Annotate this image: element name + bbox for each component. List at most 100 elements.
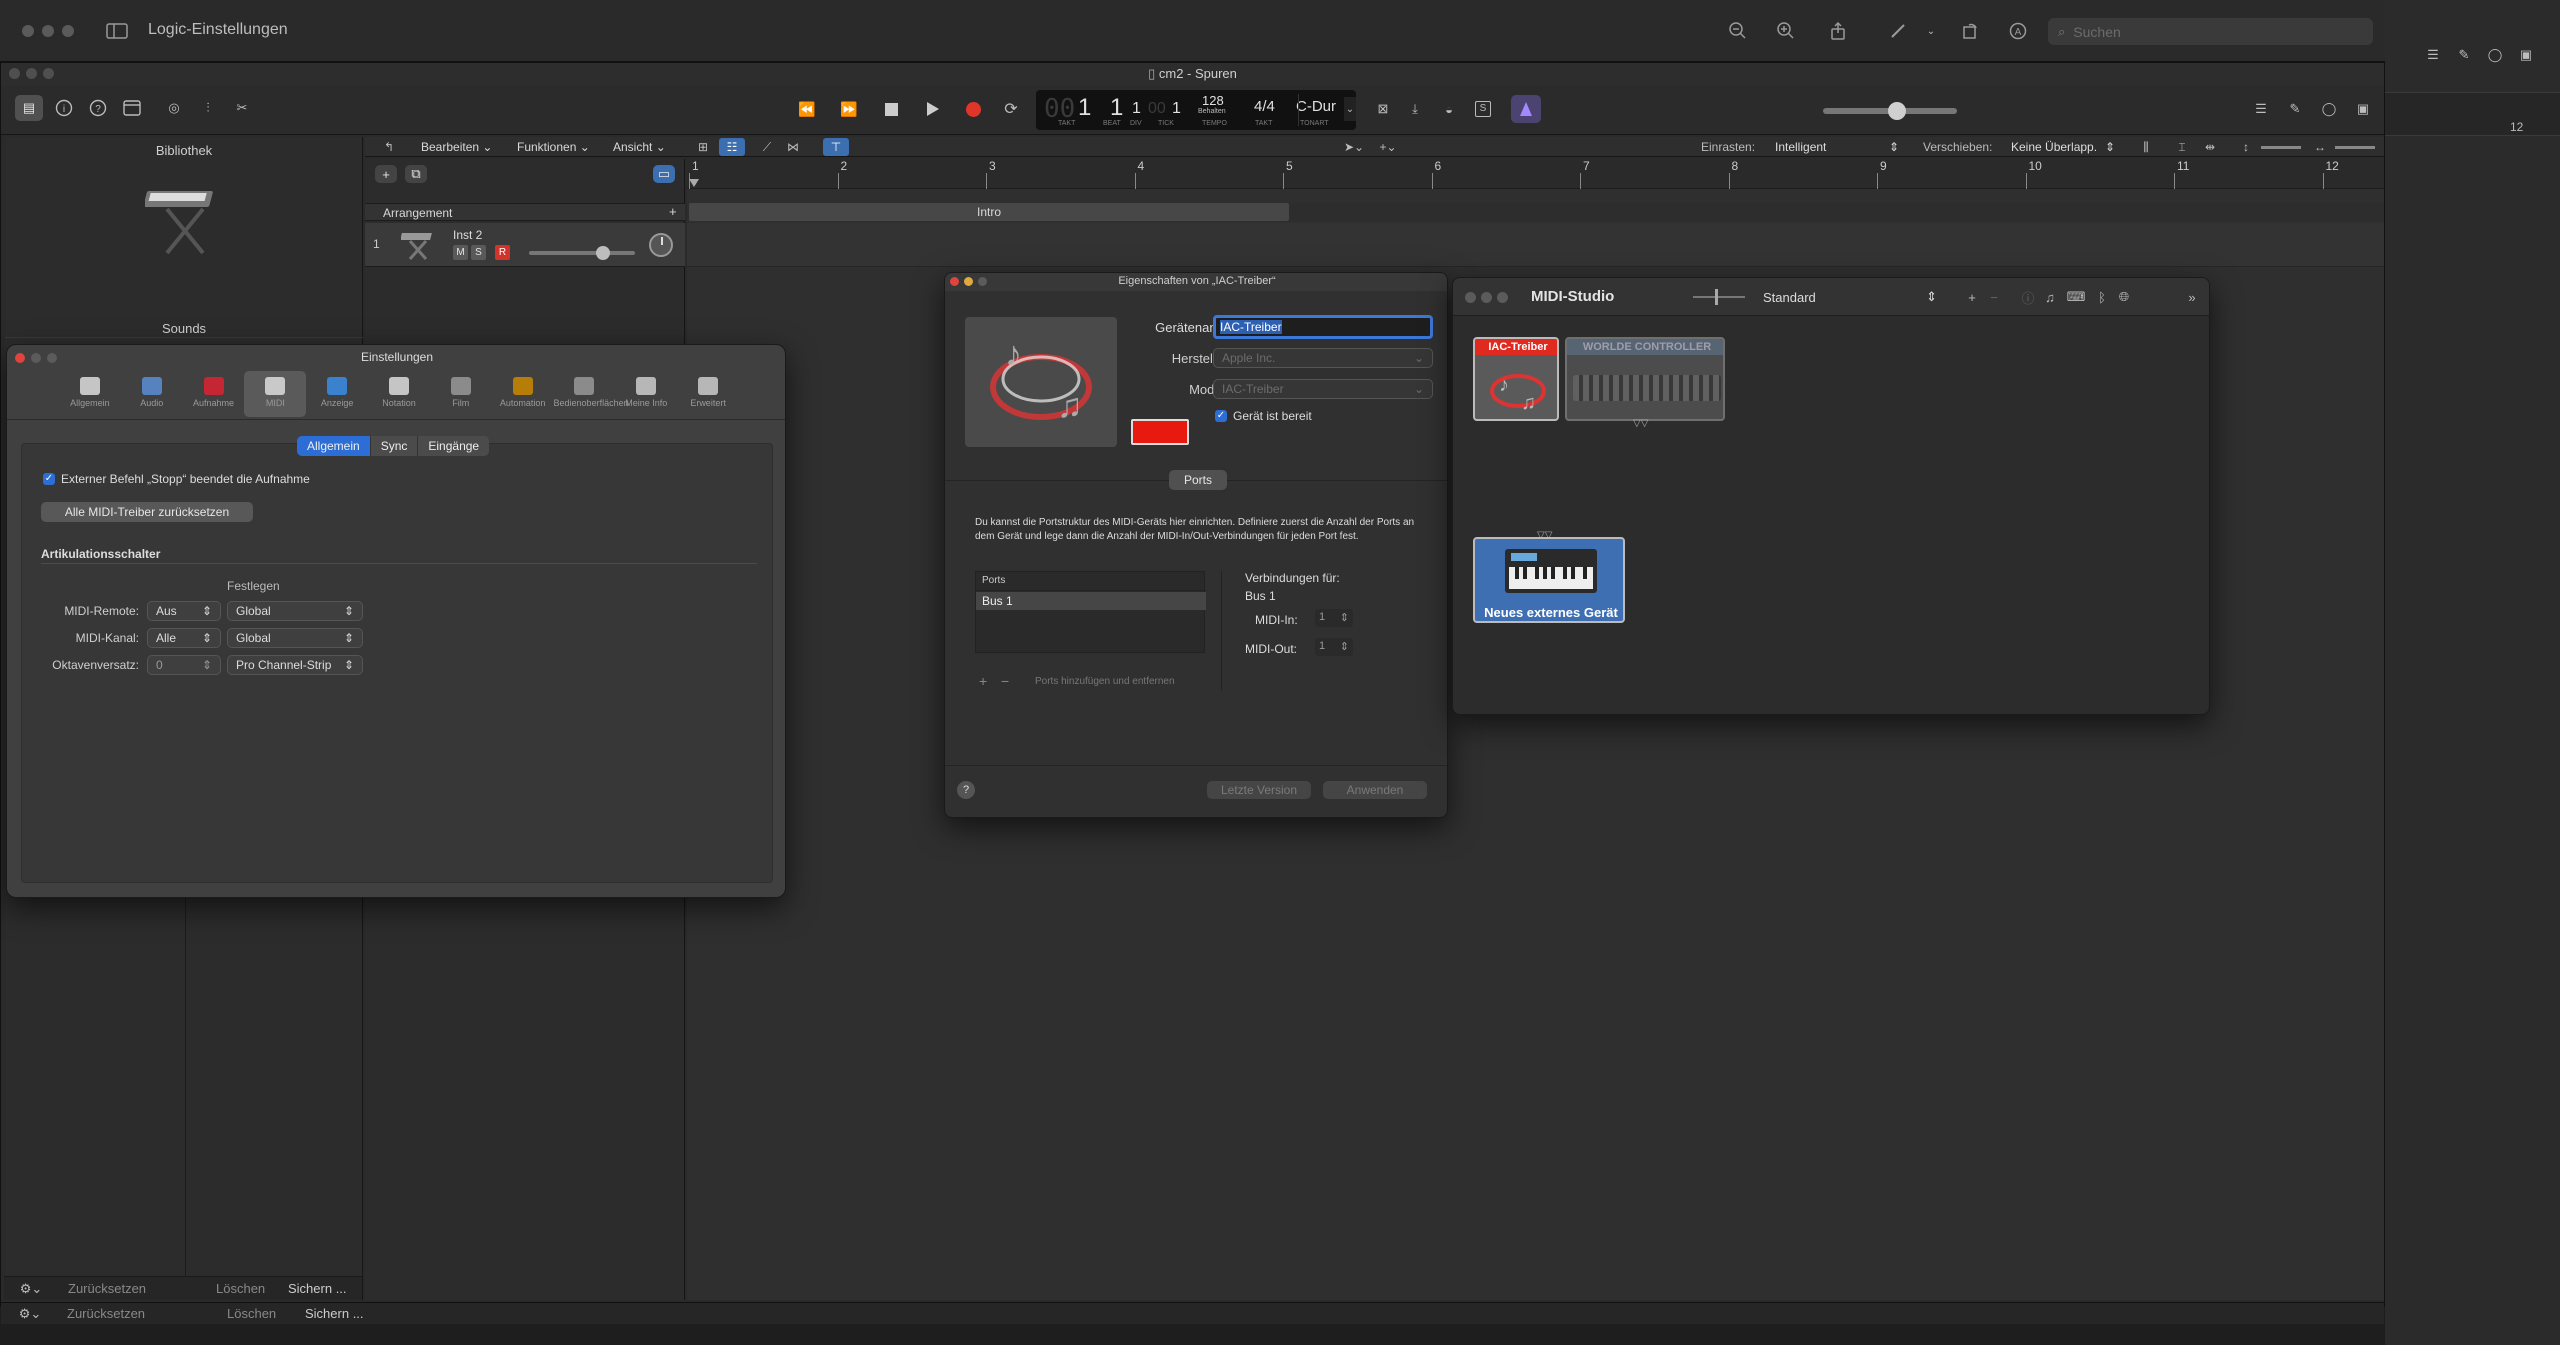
metronome-button[interactable] (1511, 95, 1541, 123)
mute-button[interactable]: M (453, 245, 468, 260)
flex-icon[interactable]: ⋈ (783, 137, 803, 157)
segment-general[interactable]: Allgemein (297, 436, 370, 456)
chevron-down-icon[interactable]: ⌄ (1924, 20, 1938, 42)
arrangement-add-icon[interactable]: + (669, 204, 677, 219)
waveform-zoom-icon[interactable]: ⫼ (2135, 137, 2157, 157)
settings-tab-film[interactable]: Film (430, 371, 492, 417)
notepad-icon[interactable]: ✎ (2453, 44, 2475, 66)
library-reset-button[interactable]: Zurücksetzen (68, 1281, 146, 1296)
settings-tab-automation[interactable]: Automation (492, 371, 554, 417)
device-ready-row[interactable]: ✓ Gerät ist bereit (1215, 409, 1312, 423)
save-button[interactable]: Sichern ... (305, 1306, 364, 1321)
settings-tab-advanced[interactable]: Erweitert (677, 371, 739, 417)
global-tracks-button[interactable]: ▭ (653, 165, 675, 183)
octave-offset-scope-select[interactable]: Pro Channel-Strip ⇕ (227, 655, 363, 675)
solo-button[interactable]: S (471, 245, 486, 260)
grid-icon[interactable]: ⊞ (693, 137, 713, 157)
settings-tab-record[interactable]: Aufnahme (183, 371, 245, 417)
minimize-button[interactable] (1481, 292, 1492, 303)
settings-tab-display[interactable]: Anzeige (306, 371, 368, 417)
add-device-icon[interactable]: + (1963, 287, 1981, 307)
search-field[interactable]: ⌕ Suchen (2048, 18, 2373, 45)
device-color-swatch[interactable] (1131, 419, 1189, 445)
apply-button[interactable]: Anwenden (1323, 781, 1427, 799)
segment-sync[interactable]: Sync (369, 436, 418, 456)
rewind-icon[interactable]: ⏪ (793, 97, 821, 121)
help-button[interactable]: ? (957, 781, 975, 799)
solo-icon[interactable]: S (1471, 97, 1495, 121)
stop-checkbox[interactable]: ✓ (43, 473, 55, 485)
manufacturer-select[interactable]: Apple Inc. ⌄ (1213, 348, 1433, 368)
settings-tab-my-info[interactable]: Meine Info (615, 371, 677, 417)
horizontal-zoom-slider[interactable] (2335, 146, 2375, 149)
stop-icon[interactable] (877, 97, 905, 121)
vertical-size-icon[interactable]: ↕ (2235, 137, 2257, 157)
duplicate-track-button[interactable]: ⧉ (405, 165, 427, 183)
test-setup-icon[interactable]: ♫ (2041, 287, 2059, 307)
loop-browser-icon[interactable]: ◯ (2317, 97, 2341, 121)
replace-icon[interactable]: ⊠ (1371, 97, 1395, 121)
settings-tab-general[interactable]: Allgemein (59, 371, 121, 417)
remove-device-icon[interactable]: − (1985, 287, 2003, 307)
device-ready-checkbox[interactable]: ✓ (1215, 410, 1227, 422)
device-new-external[interactable]: Neues externes Gerät (1473, 537, 1625, 623)
smart-controls-icon[interactable]: ◎ (163, 97, 185, 119)
list-editors-icon[interactable]: ☰ (2249, 97, 2273, 121)
gear-icon[interactable]: ⚙⌄ (15, 1304, 45, 1324)
record-icon[interactable] (959, 97, 987, 121)
lcd-chevron-icon[interactable]: ⌄ (1344, 97, 1356, 121)
remove-port-icon[interactable]: − (1001, 673, 1009, 689)
toolbar-icon[interactable] (121, 97, 143, 119)
more-chevron-icon[interactable]: » (2183, 287, 2201, 307)
rotate-icon[interactable] (1958, 18, 1982, 44)
arrangement-marker-intro[interactable]: Intro (689, 203, 1289, 221)
settings-tab-control-surfaces[interactable]: Bedienoberflächen (554, 371, 629, 417)
snap-select[interactable]: Intelligent ⇕ (1767, 138, 1907, 156)
menu-edit[interactable]: Bearbeiten ⌄ (421, 140, 492, 154)
pointer-tool-icon[interactable]: ➤⌄ (1339, 137, 1369, 157)
zoom-out-icon[interactable] (1726, 18, 1750, 44)
pencil-tool-icon[interactable]: +⌄ (1373, 137, 1403, 157)
settings-tab-audio[interactable]: Audio (121, 371, 183, 417)
master-volume-slider[interactable] (1823, 102, 1957, 120)
share-icon[interactable] (1826, 18, 1850, 44)
zoom-button[interactable] (1497, 292, 1508, 303)
minimize-button[interactable] (42, 25, 54, 37)
network-icon[interactable]: 🌐︎ (2115, 287, 2133, 307)
master-volume-knob[interactable] (1887, 102, 1906, 120)
midi-channel-select[interactable]: Alle ⇕ (147, 628, 221, 648)
count-in-icon[interactable]: ◒ (1437, 97, 1461, 121)
device-name-input[interactable]: IAC-Treiber (1213, 315, 1433, 339)
library-save-button[interactable]: Sichern ... (288, 1281, 347, 1296)
inspector-icon[interactable]: i (53, 97, 75, 119)
iac-device-image[interactable]: ♪ ♫ (965, 317, 1117, 447)
forward-icon[interactable]: ⏩ (835, 97, 863, 121)
track-pan-knob[interactable] (649, 233, 673, 257)
port-connector-icon[interactable]: ▽▽ (1633, 418, 1648, 429)
tuner-icon[interactable]: ⤓ (1403, 97, 1427, 121)
settings-tab-midi[interactable]: MIDI (244, 371, 307, 417)
port-row-bus-1[interactable]: Bus 1 (976, 592, 1206, 610)
media-browser-icon[interactable]: ▣ (2351, 97, 2375, 121)
info-icon[interactable]: ⓘ (2019, 287, 2037, 307)
browser-icon[interactable]: ▣ (2515, 44, 2537, 66)
last-version-button[interactable]: Letzte Version (1207, 781, 1311, 799)
track-row[interactable]: 1 Inst 2 M S R (365, 223, 685, 267)
ruler[interactable]: 1 2 3 4 5 6 7 8 9 10 11 12 (687, 159, 2384, 189)
stop-checkbox-row[interactable]: ✓ Externer Befehl „Stopp“ beendet die Au… (43, 472, 310, 486)
settings-tab-notation[interactable]: Notation (368, 371, 430, 417)
model-select[interactable]: IAC-Treiber ⌄ (1213, 379, 1433, 399)
device-iac-driver[interactable]: IAC-Treiber ♪ ♫ (1473, 337, 1559, 421)
list-view-icon[interactable]: ☷ (719, 138, 745, 156)
vertical-zoom-slider[interactable] (2261, 146, 2301, 149)
catch-icon[interactable]: ⊤ (823, 138, 849, 156)
segment-inputs[interactable]: Eingänge (417, 436, 489, 456)
rescan-icon[interactable]: ⌨ (2065, 287, 2087, 307)
annotate-icon[interactable]: A (2006, 18, 2030, 44)
record-enable-button[interactable]: R (495, 245, 510, 260)
playhead-marker[interactable] (689, 179, 699, 187)
move-select[interactable]: Keine Überlapp. ⇕ (2003, 138, 2123, 156)
midi-in-stepper[interactable]: 1 ⇕ (1315, 609, 1353, 627)
editors-icon[interactable]: ✂ (231, 97, 253, 119)
arrangement-row[interactable]: Arrangement + (365, 203, 685, 221)
